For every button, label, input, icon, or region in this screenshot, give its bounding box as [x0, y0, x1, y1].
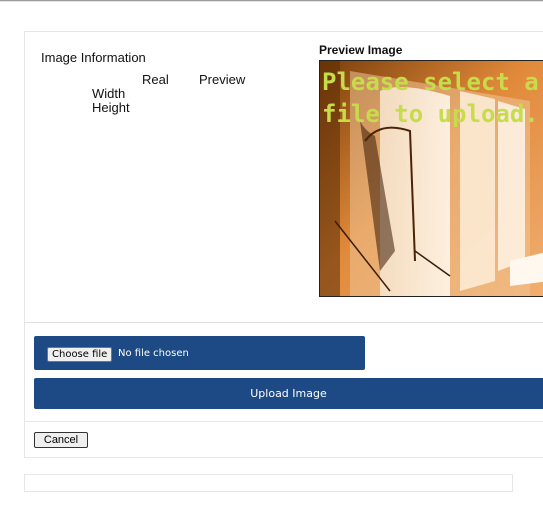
row-height-label: Height — [92, 100, 130, 115]
cancel-button[interactable]: Cancel — [34, 432, 88, 448]
preview-placeholder-line1: Please select a — [322, 68, 539, 96]
row-width-label: Width — [92, 86, 126, 101]
preview-placeholder-line2: file to upload. — [322, 100, 539, 128]
section-divider-2 — [24, 421, 543, 422]
file-status-text: No file chosen — [118, 348, 189, 359]
column-preview: Preview — [199, 72, 246, 87]
choose-file-button[interactable]: Choose file — [47, 347, 113, 362]
column-real: Real — [142, 72, 169, 87]
preview-image: Please select a file to upload. — [319, 60, 543, 297]
upload-image-button[interactable]: Upload Image — [34, 378, 543, 409]
image-information-title: Image Information — [41, 50, 146, 65]
preview-image-title: Preview Image — [319, 43, 403, 57]
footer-panel — [24, 474, 513, 492]
top-border-shadow — [0, 1, 543, 2]
preview-placeholder-image: Please select a file to upload. — [320, 61, 543, 296]
section-divider — [24, 322, 543, 323]
